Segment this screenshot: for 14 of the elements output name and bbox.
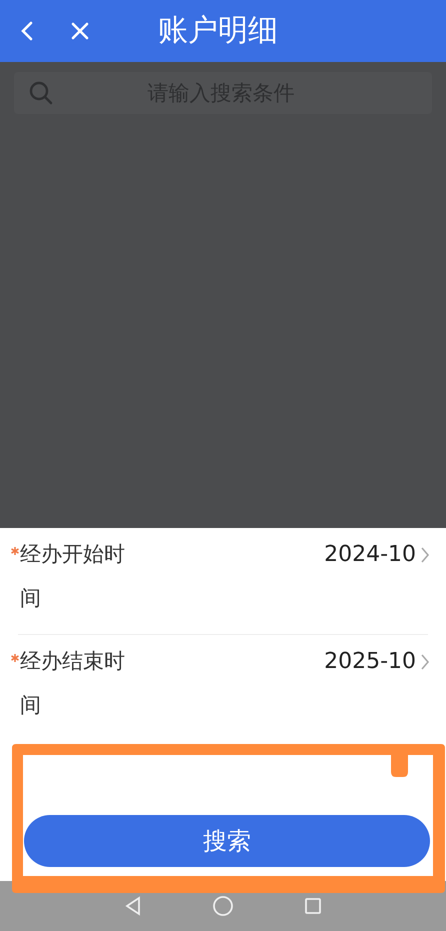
date-value[interactable]: 2024-10 [324, 540, 416, 570]
field-label: 经办结束时间 [20, 648, 126, 719]
close-icon[interactable] [70, 21, 90, 41]
chevron-right-icon [420, 653, 430, 671]
search-button[interactable]: 搜索 [24, 815, 430, 867]
date-value[interactable]: 2025-10 [324, 647, 416, 677]
search-icon [28, 80, 54, 106]
back-icon[interactable] [124, 896, 142, 916]
back-icon[interactable] [20, 20, 34, 42]
chevron-right-icon [420, 546, 430, 564]
home-icon[interactable] [212, 895, 234, 917]
recents-icon[interactable] [304, 897, 322, 915]
page-title: 账户明细 [158, 16, 278, 46]
field-label: 经办开始时间 [20, 541, 126, 612]
